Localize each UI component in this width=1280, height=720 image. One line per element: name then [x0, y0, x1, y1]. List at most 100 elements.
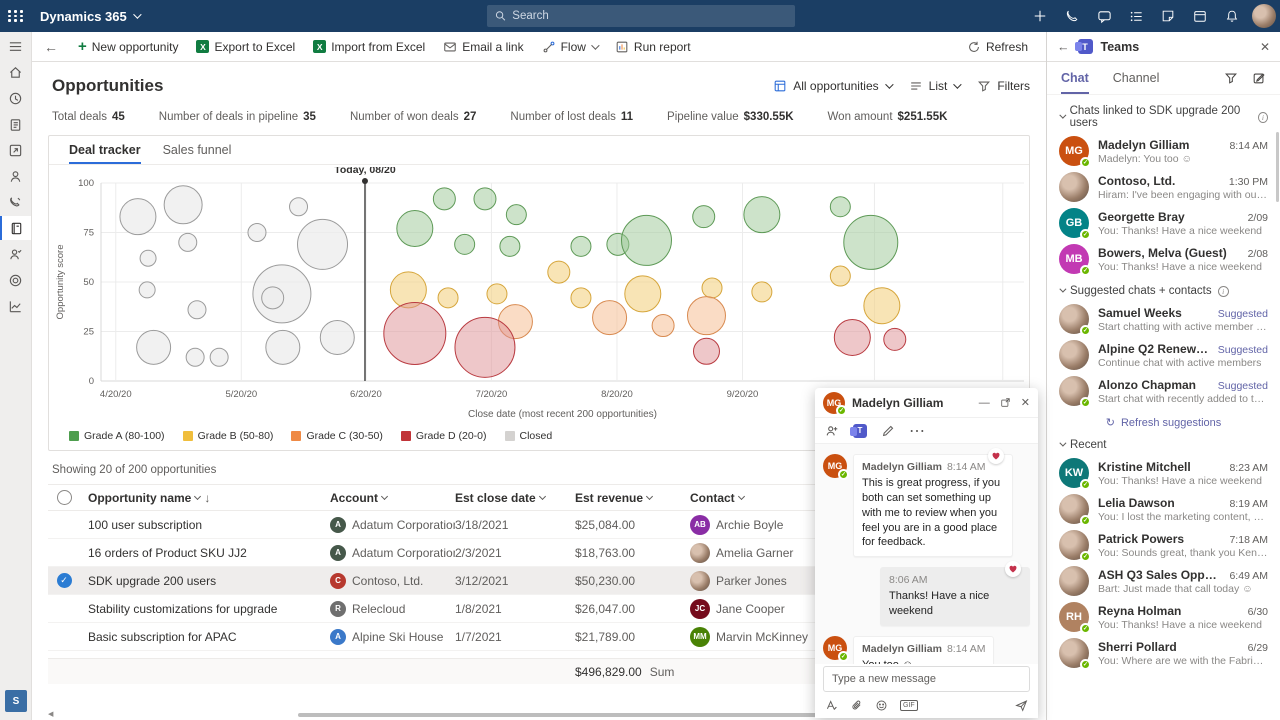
gif-icon[interactable]: GIF: [900, 700, 918, 711]
section-header[interactable]: Chats linked to SDK upgrade 200 usersi: [1047, 97, 1280, 133]
contact-cell[interactable]: Parker Jones: [690, 571, 815, 591]
chat-icon[interactable]: [1088, 0, 1120, 32]
message-input[interactable]: [832, 673, 1021, 685]
contacts-icon[interactable]: [0, 164, 31, 188]
competitors-icon[interactable]: [0, 242, 31, 266]
tab-sales-funnel[interactable]: Sales funnel: [163, 136, 232, 164]
contact-cell[interactable]: ABArchie Boyle: [690, 515, 815, 535]
view-selector[interactable]: All opportunities: [773, 79, 890, 93]
account-cell[interactable]: AAdatum Corporation: [330, 517, 455, 533]
new-opportunity-button[interactable]: +New opportunity: [70, 34, 186, 60]
recent-icon[interactable]: [0, 86, 31, 110]
phone-icon[interactable]: [1056, 0, 1088, 32]
opportunity-name-cell[interactable]: Stability customizations for upgrade: [88, 602, 330, 616]
teams-close-icon[interactable]: ✕: [1260, 40, 1270, 54]
chat-list-item[interactable]: ✓Lelia Dawson8:19 AMYou: I lost the mark…: [1047, 491, 1280, 527]
opportunities-icon[interactable]: [0, 216, 31, 240]
column-header-c5[interactable]: Contact: [690, 491, 815, 505]
contact-cell[interactable]: Amelia Garner: [690, 543, 815, 563]
layout-selector[interactable]: List: [909, 79, 960, 93]
run-report-button[interactable]: Run report: [607, 34, 699, 60]
search-input[interactable]: [512, 10, 787, 22]
opportunity-name-cell[interactable]: 100 user subscription: [88, 518, 330, 532]
email-a-link-button[interactable]: Email a link: [435, 34, 531, 60]
app-launcher-waffle-icon[interactable]: [0, 0, 32, 32]
format-icon[interactable]: [825, 699, 838, 712]
contact-cell[interactable]: MMMarvin McKinney: [690, 627, 815, 647]
calls-icon[interactable]: [0, 190, 31, 214]
teams-icon[interactable]: T: [853, 424, 867, 438]
chat-list-item[interactable]: ✓Samuel WeeksSuggestedStart chatting wit…: [1047, 301, 1280, 337]
goals-icon[interactable]: [0, 268, 31, 292]
chat-list-item[interactable]: GB✓Georgette Bray2/09You: Thanks! Have a…: [1047, 205, 1280, 241]
chat-list-item[interactable]: ✓Patrick Powers7:18 AMYou: Sounds great,…: [1047, 527, 1280, 563]
user-avatar[interactable]: [1248, 0, 1280, 32]
checklist-icon[interactable]: [1120, 0, 1152, 32]
column-header-c2[interactable]: Account: [330, 491, 455, 505]
heart-reaction-icon[interactable]: [988, 448, 1004, 464]
teams-scrollbar[interactable]: [1276, 132, 1279, 202]
account-cell[interactable]: AAdatum Corporation: [330, 545, 455, 561]
back-button[interactable]: ←: [38, 39, 68, 55]
app-title[interactable]: Dynamics 365: [40, 9, 139, 24]
chat-list-item[interactable]: RH✓Reyna Holman6/30You: Thanks! Have a n…: [1047, 599, 1280, 635]
emoji-icon[interactable]: [875, 699, 888, 712]
chat-list-item[interactable]: Alpine Q2 Renewal OpportunitySuggestedCo…: [1047, 337, 1280, 373]
refresh-button[interactable]: Refresh: [959, 34, 1036, 60]
pencil-icon[interactable]: [881, 424, 895, 438]
filters-button[interactable]: Filters: [977, 79, 1030, 93]
chat-list-item[interactable]: ✓Alonzo ChapmanSuggestedStart chat with …: [1047, 373, 1280, 409]
message-input-box[interactable]: [823, 666, 1030, 692]
account-cell[interactable]: AAlpine Ski House: [330, 629, 455, 645]
dashboard-icon[interactable]: [0, 138, 31, 162]
minimize-icon[interactable]: —: [979, 397, 990, 409]
section-header[interactable]: Suggested chats + contactsi: [1047, 277, 1280, 301]
section-header[interactable]: Recent: [1047, 431, 1280, 455]
home-icon[interactable]: [0, 60, 31, 84]
tab-channel[interactable]: Channel: [1113, 62, 1160, 94]
row-select-cell[interactable]: ✓: [48, 573, 88, 588]
analytics-icon[interactable]: [0, 294, 31, 318]
tab-deal-tracker[interactable]: Deal tracker: [69, 136, 141, 164]
sales-app-badge[interactable]: S: [5, 690, 27, 712]
teams-back-button[interactable]: ←: [1057, 40, 1070, 54]
chat-list-item[interactable]: MB✓Bowers, Melva (Guest)2/08You: Thanks!…: [1047, 241, 1280, 277]
account-cell[interactable]: CContoso, Ltd.: [330, 573, 455, 589]
import-from-excel-button[interactable]: XImport from Excel: [305, 34, 433, 60]
calendar-icon[interactable]: [1184, 0, 1216, 32]
close-icon[interactable]: ✕: [1021, 396, 1030, 409]
tab-chat[interactable]: Chat: [1061, 62, 1089, 94]
filter-icon[interactable]: [1224, 71, 1238, 85]
popout-icon[interactable]: [1000, 397, 1011, 408]
refresh-suggestions-link[interactable]: ↻Refresh suggestions: [1047, 409, 1280, 431]
account-cell[interactable]: RRelecloud: [330, 601, 455, 617]
column-header-c4[interactable]: Est revenue: [575, 491, 690, 505]
global-search[interactable]: [487, 5, 795, 27]
chat-list-item[interactable]: ✓Sherri Pollard6/29You: Where are we wit…: [1047, 635, 1280, 671]
column-header-c3[interactable]: Est close date: [455, 491, 575, 505]
opportunity-name-cell[interactable]: Basic subscription for APAC: [88, 630, 330, 644]
select-all-circle[interactable]: [57, 490, 72, 505]
note-icon[interactable]: [1152, 0, 1184, 32]
export-to-excel-button[interactable]: XExport to Excel: [188, 34, 303, 60]
opportunity-name-cell[interactable]: SDK upgrade 200 users: [88, 574, 330, 588]
chat-list-item[interactable]: KW✓Kristine Mitchell8:23 AMYou: Thanks! …: [1047, 455, 1280, 491]
flow-button[interactable]: Flow: [534, 34, 605, 60]
attach-icon[interactable]: [850, 699, 863, 712]
more-icon[interactable]: ⋯: [909, 421, 926, 441]
select-all-cell[interactable]: [48, 490, 88, 505]
compose-icon[interactable]: [1252, 71, 1266, 85]
pinned-icon[interactable]: [0, 112, 31, 136]
send-icon[interactable]: [1015, 699, 1028, 712]
add-icon[interactable]: [1024, 0, 1056, 32]
menu-icon[interactable]: [0, 34, 31, 58]
opportunity-name-cell[interactable]: 16 orders of Product SKU JJ2: [88, 546, 330, 560]
scroll-left-arrow[interactable]: ◀: [48, 710, 53, 718]
chat-list-item[interactable]: ASH Q3 Sales Opportunity6:49 AMBart: Jus…: [1047, 563, 1280, 599]
chat-list-item[interactable]: MG✓Madelyn Gilliam8:14 AMMadelyn: You to…: [1047, 133, 1280, 169]
add-person-icon[interactable]: [825, 424, 839, 438]
contact-cell[interactable]: JCJane Cooper: [690, 599, 815, 619]
chat-list-item[interactable]: Contoso, Ltd.1:30 PMHiram: I've been eng…: [1047, 169, 1280, 205]
column-header-c1[interactable]: Opportunity name↓: [88, 491, 330, 505]
bell-icon[interactable]: [1216, 0, 1248, 32]
